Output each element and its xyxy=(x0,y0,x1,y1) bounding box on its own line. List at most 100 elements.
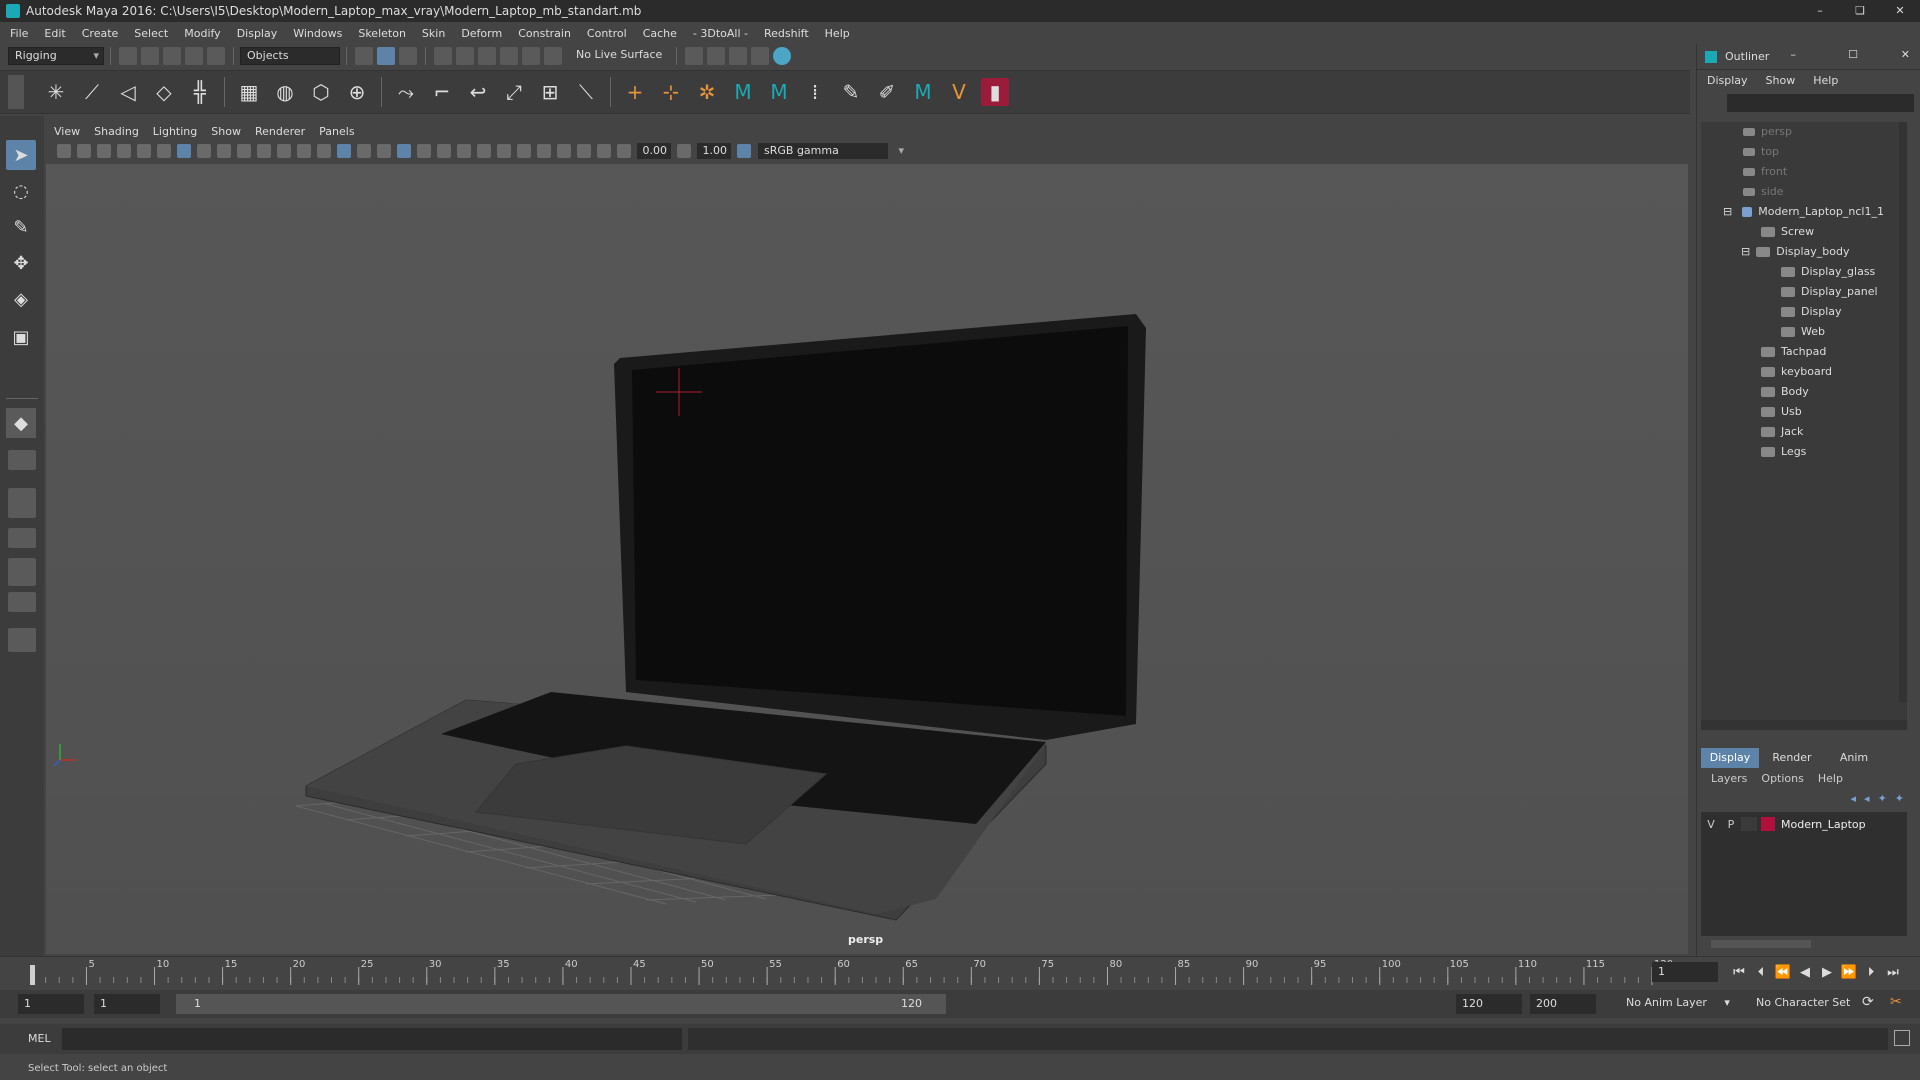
time-slider[interactable]: 5 10 15 20 25 30 35 40 45 50 55 60 65 70 75 80 85 90 95 100… xyxy=(0,956,1920,986)
outliner-item-side[interactable]: side xyxy=(1743,182,1784,202)
outliner-item-keyboard[interactable]: keyboard xyxy=(1761,362,1832,382)
outliner-layout-icon[interactable] xyxy=(8,528,36,548)
outliner-horizontal-scrollbar[interactable] xyxy=(1701,720,1907,730)
animation-start-field[interactable]: 1 xyxy=(18,994,84,1014)
joint-tool-icon[interactable]: ✳ xyxy=(42,78,70,106)
open-scene-icon[interactable] xyxy=(141,47,159,65)
lattice-icon[interactable]: ▦ xyxy=(235,78,263,106)
viewport-menu-renderer[interactable]: Renderer xyxy=(255,125,305,138)
layer-playback-toggle[interactable]: P xyxy=(1721,818,1741,831)
layer-menu-layers[interactable]: Layers xyxy=(1711,772,1747,785)
play-forwards-icon[interactable]: ▶ xyxy=(1818,964,1836,982)
snap-surface-icon[interactable] xyxy=(522,47,540,65)
snap-view-plane-icon[interactable] xyxy=(500,47,518,65)
ambient-occlusion-icon[interactable] xyxy=(457,144,471,158)
wireframe-icon[interactable] xyxy=(317,144,331,158)
animation-end-field[interactable]: 200 xyxy=(1530,994,1596,1014)
tab-anim-layers[interactable]: Anim xyxy=(1825,748,1883,768)
outliner-item-legs[interactable]: Legs xyxy=(1761,442,1806,462)
exposure-icon[interactable] xyxy=(617,144,631,158)
graph-layout-icon[interactable] xyxy=(8,558,36,586)
layer-color-swatch[interactable] xyxy=(1761,817,1775,831)
orient-constraint-icon[interactable]: ⤢ xyxy=(500,78,528,106)
outliner-close-button[interactable]: ✕ xyxy=(1901,48,1910,61)
motion-blur-icon[interactable] xyxy=(477,144,491,158)
textured-icon[interactable] xyxy=(397,144,411,158)
script-language-label[interactable]: MEL xyxy=(28,1032,51,1045)
xray-icon[interactable] xyxy=(557,144,571,158)
anim-layer-dropdown[interactable]: No Anim Layer ▾ xyxy=(1626,996,1730,1009)
collapse-icon[interactable]: ⊟ xyxy=(1723,205,1732,218)
outliner-item-display-panel[interactable]: Display_panel xyxy=(1781,282,1878,302)
menu-help[interactable]: Help xyxy=(825,27,850,40)
ik-handle-icon[interactable]: ⟋ xyxy=(78,78,106,106)
go-to-end-icon[interactable]: ⏭ xyxy=(1884,964,1902,982)
select-camera-icon[interactable] xyxy=(57,144,71,158)
outliner-search-input[interactable] xyxy=(1727,94,1914,112)
layer-row[interactable]: V P Modern_Laptop xyxy=(1701,814,1907,834)
outliner-item-persp[interactable]: persp xyxy=(1743,122,1792,142)
xray-components-icon[interactable] xyxy=(597,144,611,158)
3d-viewport[interactable]: persp xyxy=(46,164,1688,954)
layer-scrollbar[interactable] xyxy=(1711,940,1811,948)
insert-joint-icon[interactable]: ◇ xyxy=(150,78,178,106)
layer-display-type[interactable] xyxy=(1741,817,1757,831)
selection-mode-dropdown[interactable]: Objects xyxy=(240,47,340,65)
use-all-lights-icon[interactable] xyxy=(417,144,431,158)
ipr-render-icon[interactable] xyxy=(729,47,747,65)
outliner-item-jack[interactable]: Jack xyxy=(1761,422,1803,442)
scale-tool-icon[interactable]: ▣ xyxy=(6,322,36,352)
save-scene-icon[interactable] xyxy=(163,47,181,65)
smooth-shade-icon[interactable] xyxy=(337,144,351,158)
menu-3dtoall[interactable]: - 3DtoAll - xyxy=(693,27,748,40)
viewport-menu-panels[interactable]: Panels xyxy=(319,125,354,138)
exposure-field[interactable]: 0.00 xyxy=(637,143,671,159)
menu-windows[interactable]: Windows xyxy=(293,27,342,40)
lasso-tool-icon[interactable]: ◌ xyxy=(6,176,36,206)
film-gate-icon[interactable] xyxy=(197,144,211,158)
outliner-item-display[interactable]: Display xyxy=(1781,302,1842,322)
hypershade-icon[interactable] xyxy=(773,47,791,65)
camera-attributes-icon[interactable] xyxy=(77,144,91,158)
outliner-minimize-button[interactable]: – xyxy=(1791,48,1797,61)
mirror-joint-icon[interactable]: ╬ xyxy=(186,78,214,106)
gamma-field[interactable]: 1.00 xyxy=(697,143,731,159)
range-bar[interactable]: 1 120 xyxy=(176,994,946,1014)
bind-skin-icon[interactable]: ⤳ xyxy=(392,78,420,106)
maximize-button[interactable]: ❏ xyxy=(1840,0,1880,22)
tab-display-layers[interactable]: Display xyxy=(1701,748,1759,768)
select-hierarchy-icon[interactable] xyxy=(355,47,373,65)
anti-aliasing-icon[interactable] xyxy=(497,144,511,158)
custom-layout-icon[interactable] xyxy=(8,628,36,652)
redo-icon[interactable] xyxy=(207,47,225,65)
snap-point-icon[interactable] xyxy=(478,47,496,65)
paint-weights-icon[interactable]: ✎ xyxy=(837,78,865,106)
viewport-menu-shading[interactable]: Shading xyxy=(94,125,139,138)
rotate-tool-icon[interactable]: ◈ xyxy=(6,284,36,314)
ik-spline-icon[interactable]: ◁ xyxy=(114,78,142,106)
two-view-icon[interactable] xyxy=(8,488,36,518)
menu-skin[interactable]: Skin xyxy=(422,27,445,40)
collapse-icon[interactable]: ⊟ xyxy=(1741,245,1750,258)
maya-m-green-icon[interactable]: M xyxy=(909,78,937,106)
new-layer-icon[interactable]: ✦ xyxy=(1878,792,1887,805)
xray-joints-icon[interactable] xyxy=(577,144,591,158)
menu-skeleton[interactable]: Skeleton xyxy=(358,27,406,40)
wireframe-on-shaded-icon[interactable] xyxy=(377,144,391,158)
gate-mask-icon[interactable] xyxy=(237,144,251,158)
menu-constrain[interactable]: Constrain xyxy=(518,27,571,40)
minimize-button[interactable]: – xyxy=(1800,0,1840,22)
pole-vector-icon[interactable]: ⊹ xyxy=(657,78,685,106)
isolate-select-icon[interactable] xyxy=(537,144,551,158)
select-component-icon[interactable] xyxy=(399,47,417,65)
live-surface-field[interactable]: No Live Surface xyxy=(570,47,670,65)
shadows-icon[interactable] xyxy=(437,144,451,158)
outliner-menu-show[interactable]: Show xyxy=(1766,74,1796,87)
cluster-weights-icon[interactable]: ✲ xyxy=(693,78,721,106)
parent-constraint-icon[interactable]: ⟍ xyxy=(572,78,600,106)
default-material-icon[interactable] xyxy=(357,144,371,158)
color-space-dropdown[interactable]: sRGB gamma ▾ xyxy=(758,143,904,159)
cluster-icon[interactable]: ◍ xyxy=(271,78,299,106)
playback-end-field[interactable]: 120 xyxy=(1456,994,1522,1014)
script-icon[interactable]: ⁞ xyxy=(801,78,829,106)
